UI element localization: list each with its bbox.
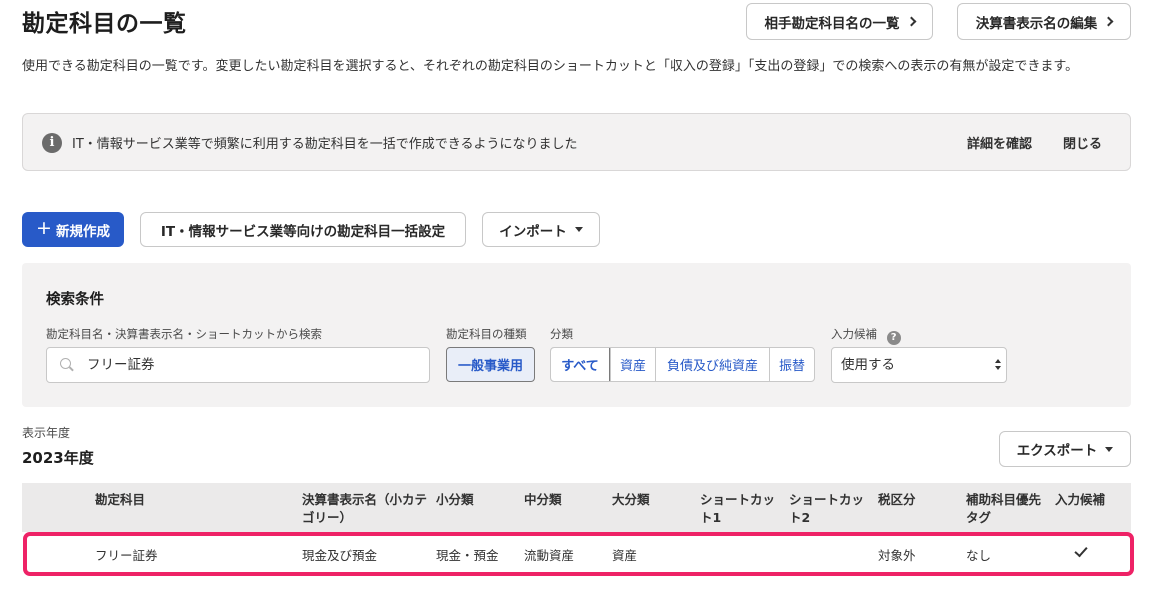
chevron-right-icon [1103, 16, 1114, 27]
th-medium[interactable]: 中分類 [524, 491, 562, 509]
notice-details-link[interactable]: 詳細を確認 [967, 133, 1032, 152]
counterpart-list-label: 相手勘定科目名の一覧 [764, 15, 900, 32]
year-value: 2023年度 [22, 449, 94, 467]
category-segmented-control: すべて 資産 負債及び純資産 振替 [550, 347, 815, 382]
cell-tax: 対象外 [878, 548, 916, 563]
candidate-select[interactable]: 使用する [831, 347, 1007, 383]
cell-account[interactable]: フリー証券 [95, 545, 158, 564]
table-header: 勘定科目 決算書表示名（小カテゴリー） 小分類 中分類 大分類 ショートカット1… [22, 483, 1131, 532]
check-icon [1074, 546, 1085, 554]
help-icon[interactable]: ? [886, 331, 901, 345]
caret-down-icon [574, 227, 583, 232]
bulk-setup-label: IT・情報サービス業等向けの勘定科目一括設定 [160, 223, 446, 240]
cell-small: 現金・預金 [436, 548, 499, 563]
page-description: 使用できる勘定科目の一覧です。変更したい勘定科目を選択すると、それぞれの勘定科目… [22, 59, 1079, 74]
notice-text: IT・情報サービス業等で頻繁に利用する勘定科目を一括で作成できるようになりました [72, 137, 578, 152]
new-account-label: 新規作成 [55, 223, 110, 240]
select-arrows-icon [995, 359, 1001, 371]
th-large[interactable]: 大分類 [612, 491, 650, 509]
th-account[interactable]: 勘定科目 [95, 491, 145, 509]
th-statement-name[interactable]: 決算書表示名（小カテゴリー） [302, 491, 427, 527]
cell-statement-name: 現金及び預金 [302, 548, 378, 563]
cell-medium: 流動資産 [524, 548, 575, 563]
search-icon [60, 358, 71, 369]
counterpart-list-button[interactable]: 相手勘定科目名の一覧 [746, 3, 933, 40]
candidate-label: 入力候補 ? [831, 326, 901, 345]
export-label: エクスポート [1016, 443, 1098, 459]
statement-names-edit-label: 決算書表示名の編集 [975, 15, 1098, 32]
chevron-right-icon [906, 16, 916, 27]
new-account-button[interactable]: + 新規作成 [22, 212, 124, 247]
info-icon: i [42, 133, 62, 153]
keyword-label: 勘定科目名・決算書表示名・ショートカットから検索 [46, 327, 322, 341]
th-sub-tag[interactable]: 補助科目優先タグ [966, 491, 1044, 527]
kind-label: 勘定科目の種類 [446, 327, 527, 341]
cell-large: 資産 [612, 548, 638, 563]
search-input-value: フリー証券 [87, 357, 155, 373]
export-button[interactable]: エクスポート [999, 431, 1131, 467]
kind-button[interactable]: 一般事業用 [446, 347, 535, 382]
plus-icon: + [36, 217, 52, 239]
category-assets[interactable]: 資産 [610, 348, 655, 381]
search-panel: 検索条件 勘定科目名・決算書表示名・ショートカットから検索 フリー証券 勘定科目… [22, 263, 1131, 407]
import-button[interactable]: インポート [482, 212, 600, 247]
search-title: 検索条件 [46, 292, 104, 308]
category-liabilities-equity[interactable]: 負債及び純資産 [655, 348, 769, 381]
th-small[interactable]: 小分類 [436, 491, 474, 509]
cell-sub-tag: なし [966, 548, 992, 563]
statement-names-edit-button[interactable]: 決算書表示名の編集 [957, 3, 1131, 40]
page-title: 勘定科目の一覧 [22, 11, 187, 37]
caret-down-icon [1105, 446, 1114, 452]
bulk-setup-button[interactable]: IT・情報サービス業等向けの勘定科目一括設定 [140, 212, 466, 247]
search-input[interactable]: フリー証券 [46, 347, 430, 383]
th-tax[interactable]: 税区分 [878, 491, 916, 509]
th-shortcut2[interactable]: ショートカット2 [789, 491, 867, 527]
th-shortcut1[interactable]: ショートカット1 [700, 491, 778, 527]
notice-banner: i IT・情報サービス業等で頻繁に利用する勘定科目を一括で作成できるようになりま… [22, 113, 1131, 171]
category-transfer[interactable]: 振替 [769, 348, 814, 381]
candidate-select-value: 使用する [841, 357, 895, 373]
category-all[interactable]: すべて [551, 348, 610, 381]
th-input-candidate[interactable]: 入力候補 [1055, 491, 1105, 509]
candidate-label-text: 入力候補 [831, 327, 877, 341]
notice-close-link[interactable]: 閉じる [1063, 133, 1102, 152]
import-label: インポート [499, 223, 567, 240]
year-label: 表示年度 [22, 426, 71, 440]
category-label: 分類 [550, 327, 573, 341]
